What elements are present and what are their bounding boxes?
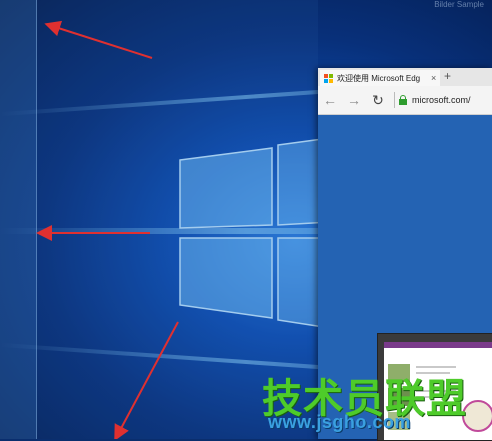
arrow-top-left [44, 20, 153, 59]
watermark-url: www.jsgho.com [268, 412, 411, 432]
arrow-bottom-left [114, 321, 179, 439]
